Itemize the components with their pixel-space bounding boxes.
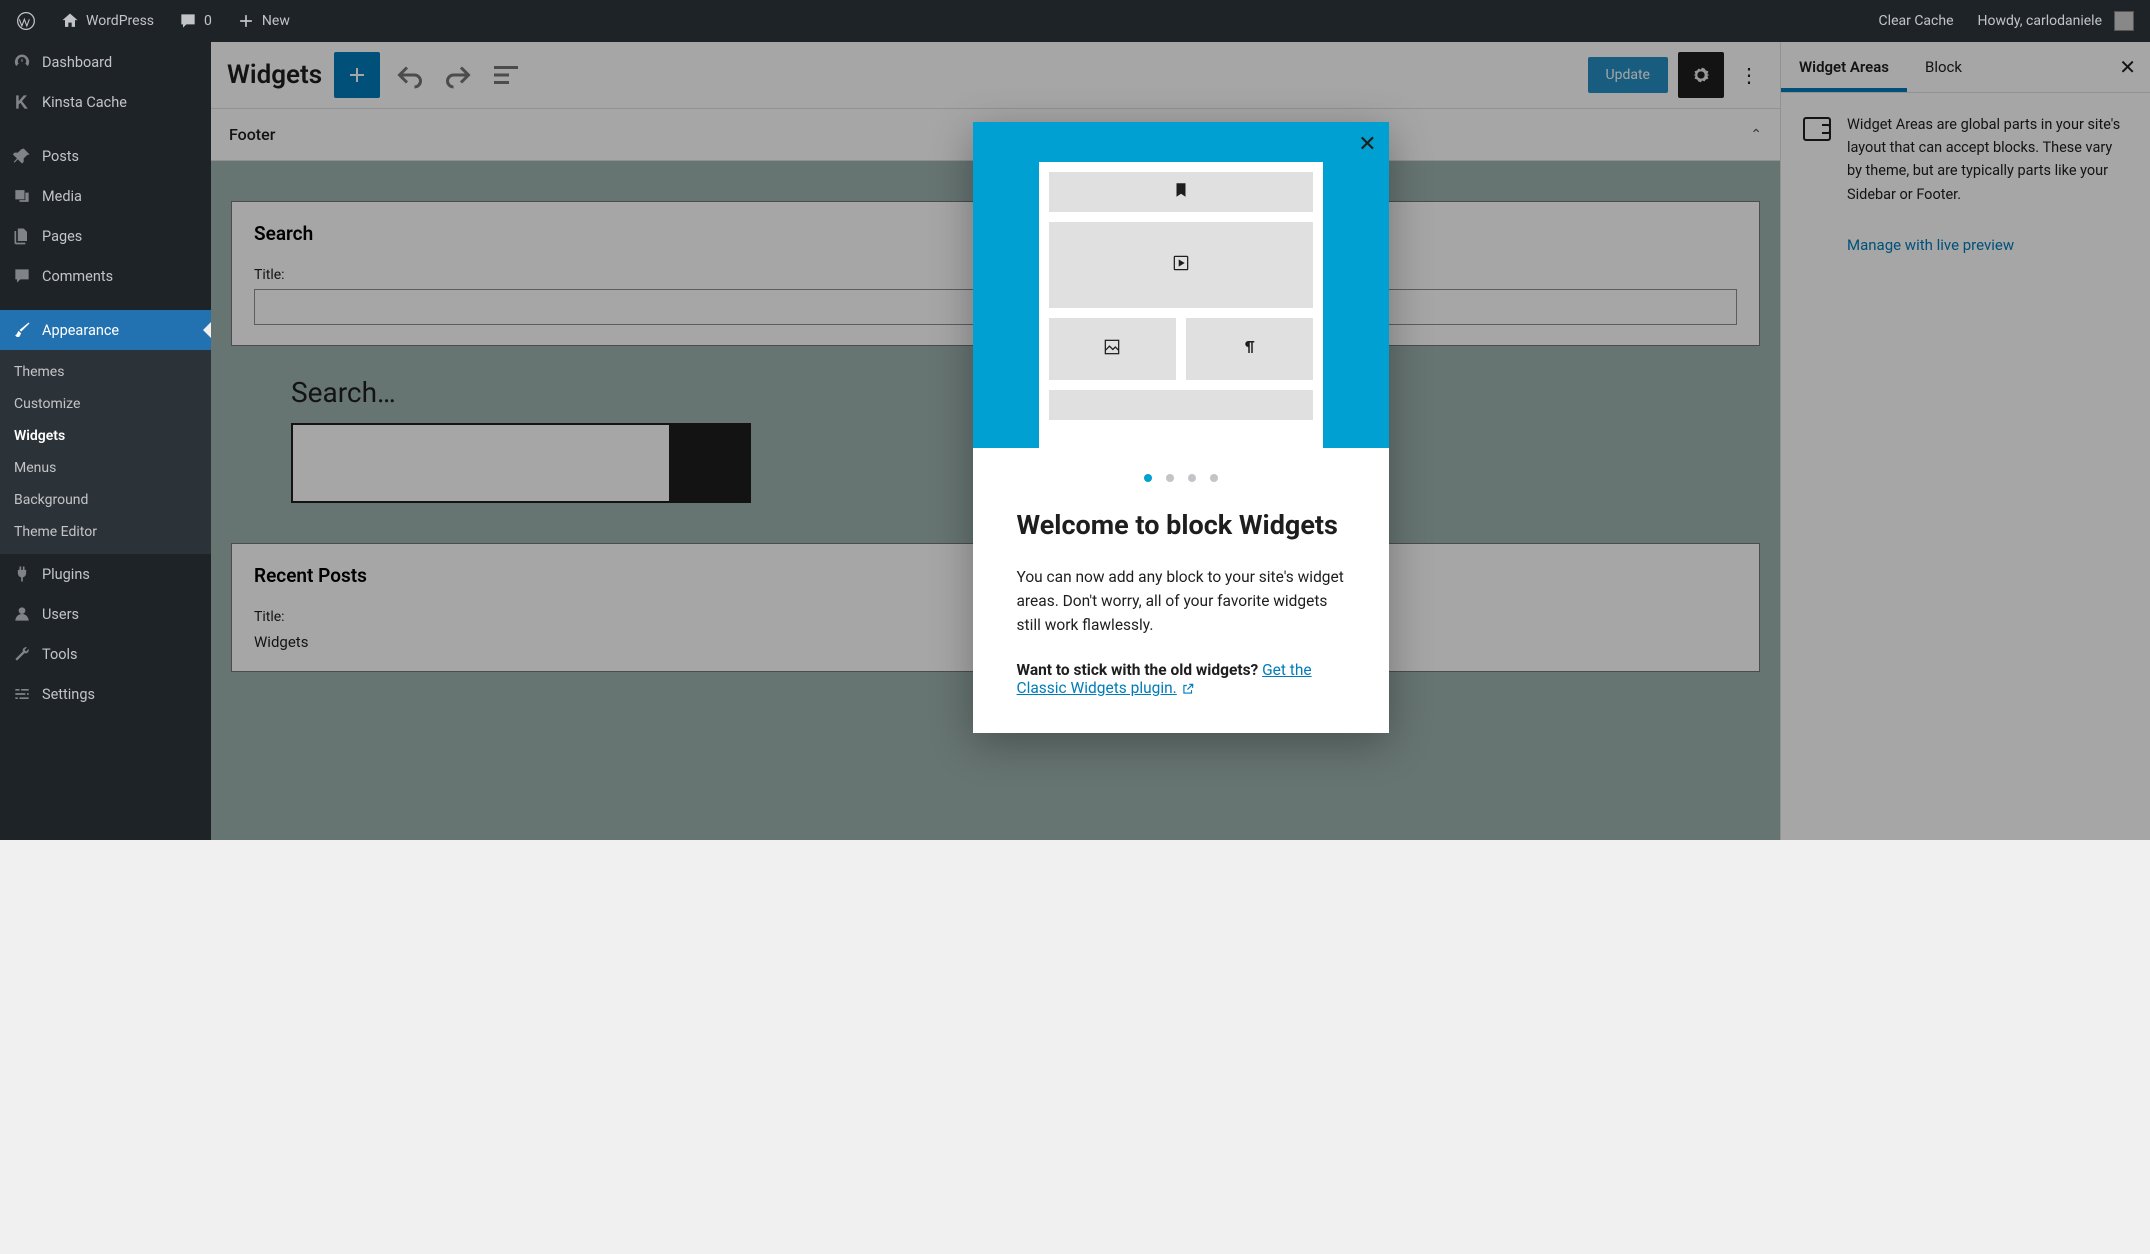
dashboard-icon	[12, 52, 32, 72]
sliders-icon	[12, 684, 32, 704]
welcome-modal-overlay: ✕	[211, 42, 2150, 840]
media-icon	[12, 186, 32, 206]
comments-icon	[12, 266, 32, 286]
avatar	[2114, 11, 2134, 31]
pin-icon	[12, 146, 32, 166]
paragraph-icon	[1240, 338, 1258, 361]
image-icon	[1102, 337, 1122, 362]
sidebar-item-kinsta[interactable]: Kinsta Cache	[0, 82, 211, 122]
dot-1[interactable]	[1144, 474, 1152, 482]
submenu-background[interactable]: Background	[0, 484, 211, 516]
new-content[interactable]: New	[226, 0, 300, 42]
sidebar-item-plugins[interactable]: Plugins	[0, 554, 211, 594]
wrench-icon	[12, 644, 32, 664]
bookmark-icon	[1172, 181, 1190, 204]
dot-3[interactable]	[1188, 474, 1196, 482]
sidebar-item-posts[interactable]: Posts	[0, 136, 211, 176]
comment-icon	[178, 11, 198, 31]
submenu-widgets[interactable]: Widgets	[0, 420, 211, 452]
submenu-customize[interactable]: Customize	[0, 388, 211, 420]
clear-cache[interactable]: Clear Cache	[1869, 0, 1964, 42]
sidebar-item-media[interactable]: Media	[0, 176, 211, 216]
modal-title: Welcome to block Widgets	[1017, 508, 1345, 543]
user-icon	[12, 604, 32, 624]
dot-4[interactable]	[1210, 474, 1218, 482]
modal-cta: Want to stick with the old widgets? Get …	[1017, 661, 1345, 697]
welcome-modal: ✕	[973, 122, 1389, 733]
comments-count[interactable]: 0	[168, 0, 222, 42]
appearance-submenu: Themes Customize Widgets Menus Backgroun…	[0, 350, 211, 554]
pages-icon	[12, 226, 32, 246]
sidebar-item-users[interactable]: Users	[0, 594, 211, 634]
site-home[interactable]: WordPress	[50, 0, 164, 42]
user-menu[interactable]: Howdy, carlodaniele	[1968, 0, 2144, 42]
brush-icon	[12, 320, 32, 340]
submenu-themes[interactable]: Themes	[0, 356, 211, 388]
submenu-menus[interactable]: Menus	[0, 452, 211, 484]
content-area: Widgets Update ⋮ Footer ⌃	[211, 42, 2150, 840]
sidebar-item-dashboard[interactable]: Dashboard	[0, 42, 211, 82]
modal-dots	[1017, 474, 1345, 482]
modal-hero	[973, 122, 1389, 448]
sidebar-item-settings[interactable]: Settings	[0, 674, 211, 714]
plug-icon	[12, 564, 32, 584]
kinsta-icon	[12, 92, 32, 112]
admin-toolbar: WordPress 0 New Clear Cache Howdy, carlo…	[0, 0, 2150, 42]
sidebar-item-tools[interactable]: Tools	[0, 634, 211, 674]
admin-sidebar: Dashboard Kinsta Cache Posts Media Pages…	[0, 42, 211, 840]
sidebar-item-pages[interactable]: Pages	[0, 216, 211, 256]
wp-logo[interactable]	[6, 0, 46, 42]
plus-icon	[236, 11, 256, 31]
home-icon	[60, 11, 80, 31]
close-modal-button[interactable]: ✕	[1358, 132, 1376, 157]
dot-2[interactable]	[1166, 474, 1174, 482]
modal-body-text: You can now add any block to your site's…	[1017, 565, 1345, 637]
sidebar-item-comments[interactable]: Comments	[0, 256, 211, 296]
sidebar-item-appearance[interactable]: Appearance	[0, 310, 211, 350]
play-icon	[1171, 253, 1191, 278]
wordpress-icon	[16, 11, 36, 31]
external-link-icon	[1181, 679, 1195, 697]
submenu-theme-editor[interactable]: Theme Editor	[0, 516, 211, 548]
